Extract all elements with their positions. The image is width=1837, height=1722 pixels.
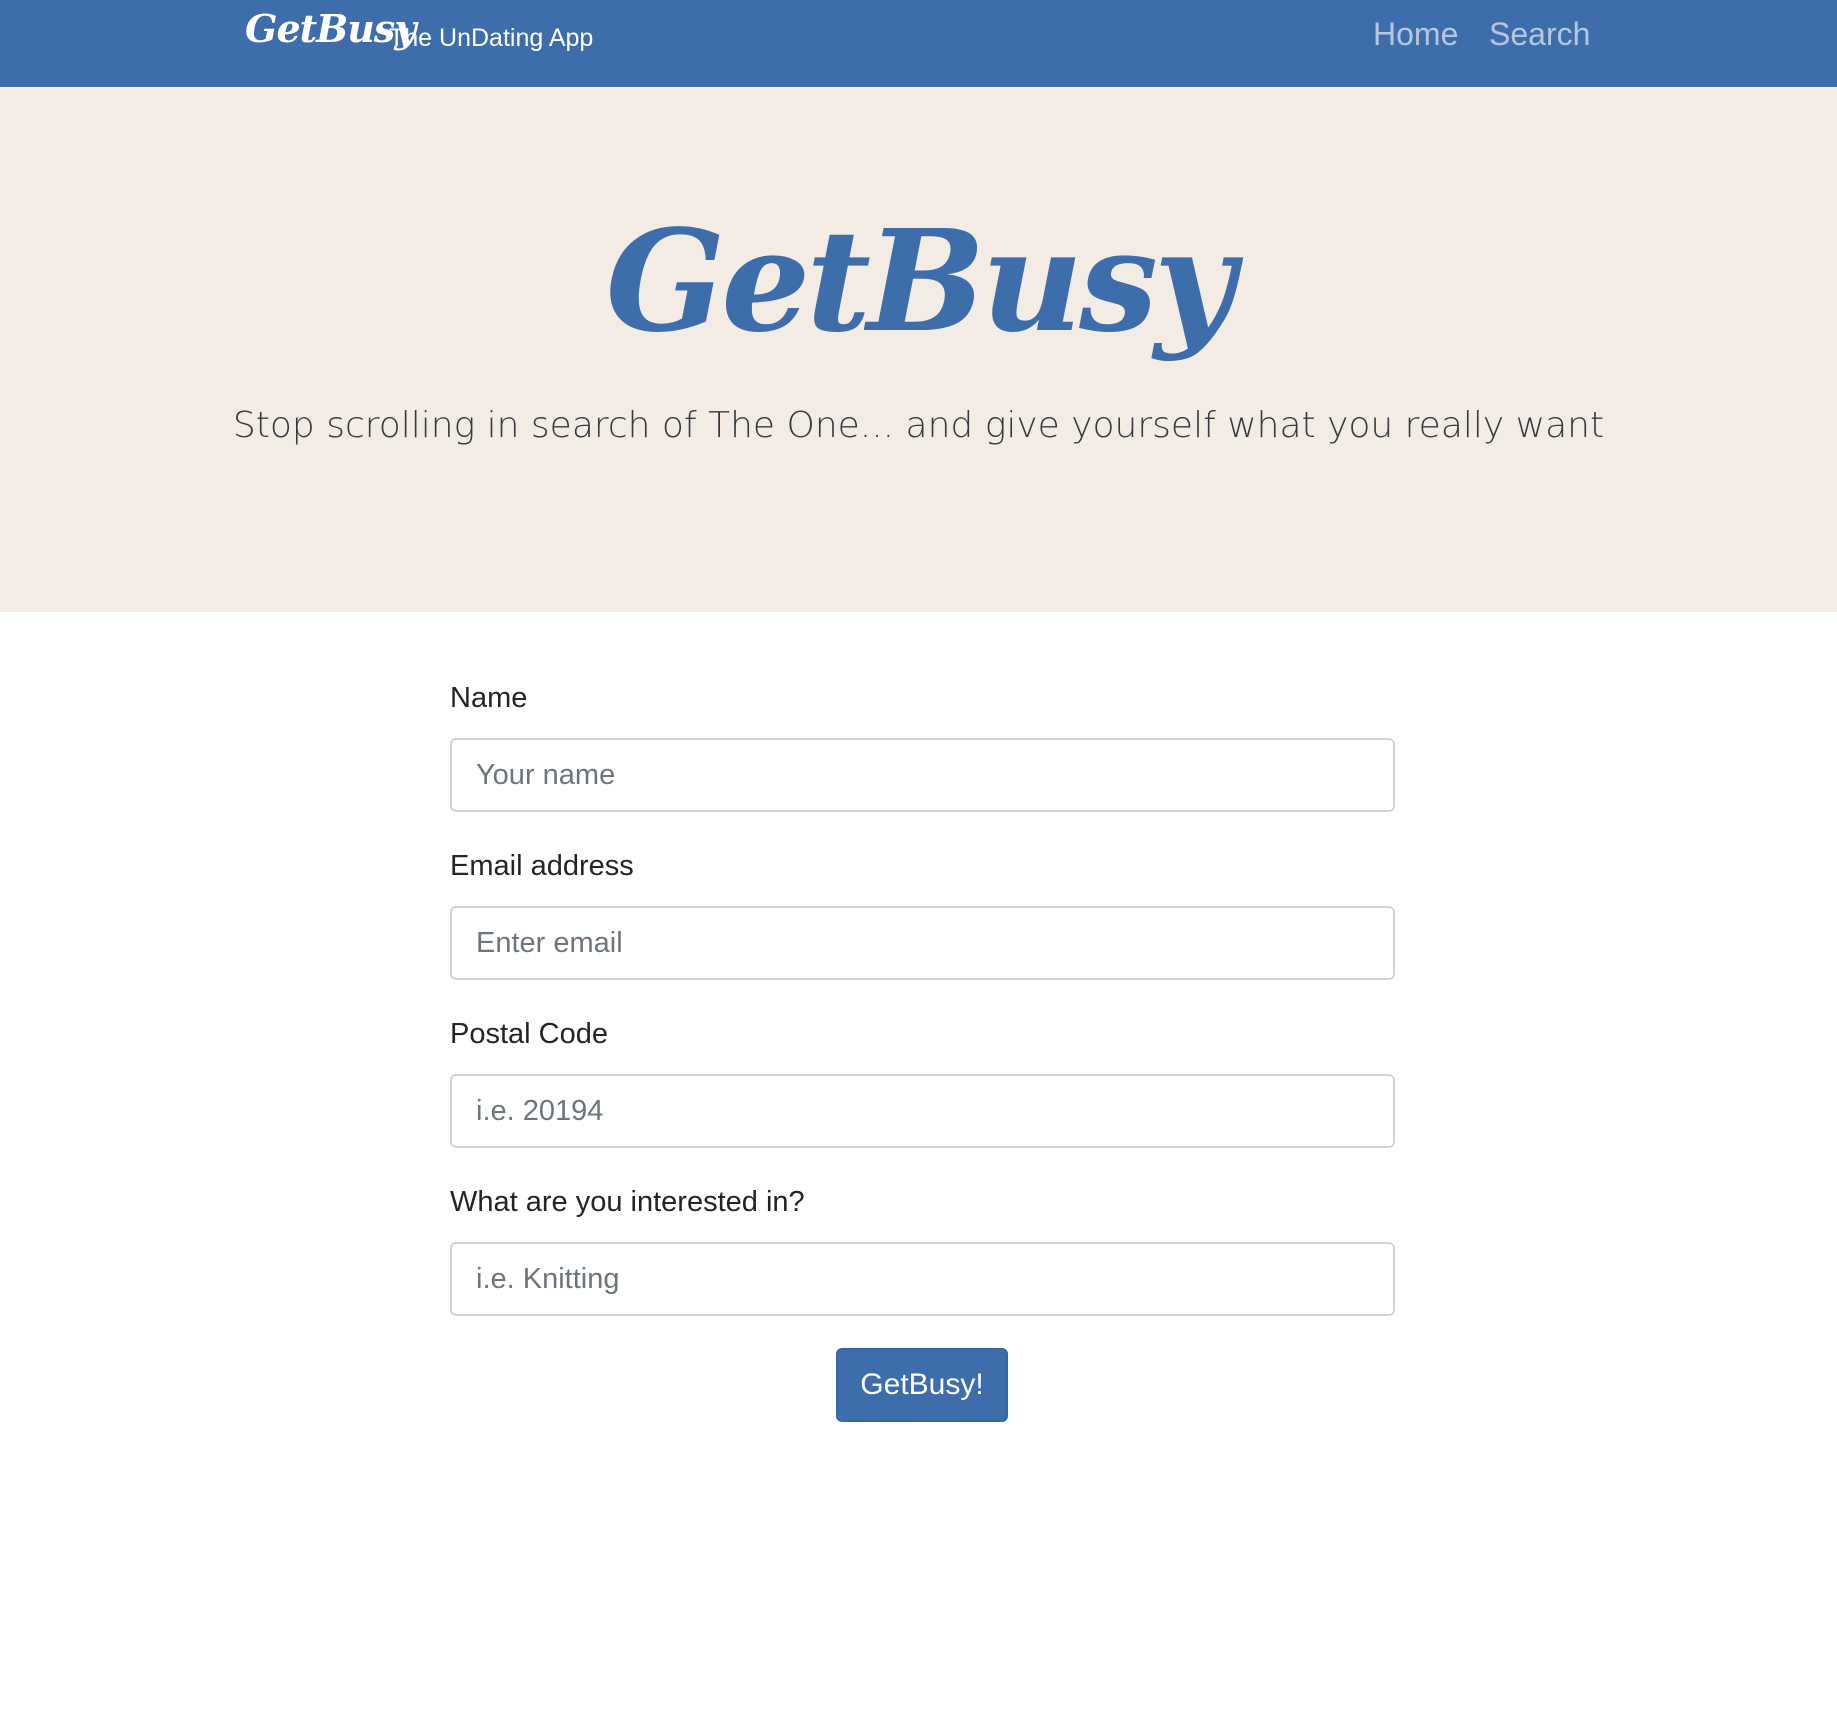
brand-tagline: The UnDating App <box>389 24 594 52</box>
hero-subtitle: Stop scrolling in search of The One... a… <box>232 405 1605 446</box>
postal-code-input[interactable] <box>450 1074 1395 1148</box>
email-label: Email address <box>450 850 634 882</box>
getbusy-submit-button[interactable]: GetBusy! <box>836 1348 1008 1422</box>
nav-home-link[interactable]: Home <box>1373 16 1458 53</box>
interest-input[interactable] <box>450 1242 1395 1316</box>
nav-search-link[interactable]: Search <box>1489 16 1590 53</box>
postal-code-label: Postal Code <box>450 1018 608 1050</box>
interest-label: What are you interested in? <box>450 1186 805 1218</box>
name-input[interactable] <box>450 738 1395 812</box>
name-label: Name <box>450 682 528 714</box>
email-input[interactable] <box>450 906 1395 980</box>
hero-banner: GetBusy Stop scrolling in search of The … <box>0 87 1837 612</box>
hero-logo: GetBusy <box>605 200 1236 364</box>
top-navbar: GetBusy The UnDating App Home Search <box>0 0 1837 87</box>
